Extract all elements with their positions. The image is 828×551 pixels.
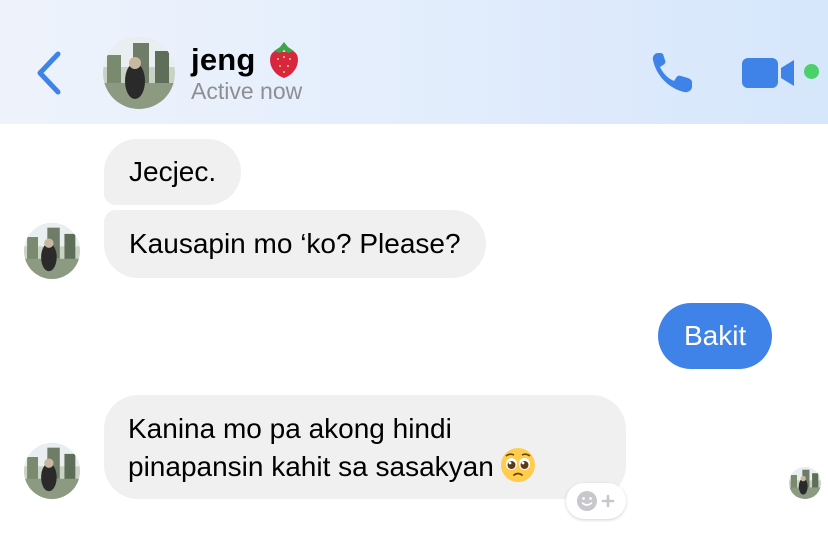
video-call-button[interactable] <box>742 56 796 90</box>
back-button[interactable] <box>30 48 70 98</box>
strawberry-emoji-icon <box>269 42 298 78</box>
message-text: Bakit <box>684 320 747 351</box>
add-reaction-icon <box>577 491 615 511</box>
contact-name: jeng <box>191 42 256 77</box>
sender-avatar[interactable] <box>24 223 80 279</box>
active-status: Active now <box>191 78 303 104</box>
message-text-line: pinapansin kahit sa sasakyan <box>128 447 602 485</box>
avatar-photo <box>789 467 821 499</box>
message-bubble-incoming[interactable]: Kausapin mo ‘ko? Please? <box>104 210 486 278</box>
sender-avatar[interactable] <box>24 443 80 499</box>
phone-icon <box>652 53 692 93</box>
message-text-line: Kanina mo pa akong hindi <box>128 413 452 444</box>
message-text: Kausapin mo ‘ko? Please? <box>129 228 461 259</box>
message-bubble-incoming[interactable]: Kanina mo pa akong hindi pinapansin kahi… <box>104 395 626 499</box>
contact-name-row[interactable]: jeng <box>191 40 302 80</box>
back-chevron-icon <box>37 51 61 95</box>
pleading-face-emoji-icon <box>500 448 535 482</box>
message-text: pinapansin kahit sa sasakyan <box>128 451 494 482</box>
add-reaction-button[interactable] <box>566 483 626 519</box>
contact-avatar[interactable] <box>103 37 175 109</box>
message-text: Jecjec. <box>129 156 217 187</box>
avatar-photo <box>103 37 175 109</box>
online-indicator <box>804 64 819 79</box>
avatar-photo <box>24 223 80 279</box>
video-camera-icon <box>742 58 794 88</box>
chat-header: jeng Active now <box>0 0 828 124</box>
message-bubble-incoming[interactable]: Jecjec. <box>104 139 242 205</box>
avatar-photo <box>24 443 80 499</box>
message-bubble-outgoing[interactable]: Bakit <box>658 303 773 369</box>
read-receipt-avatar <box>789 467 821 499</box>
voice-call-button[interactable] <box>648 49 698 97</box>
